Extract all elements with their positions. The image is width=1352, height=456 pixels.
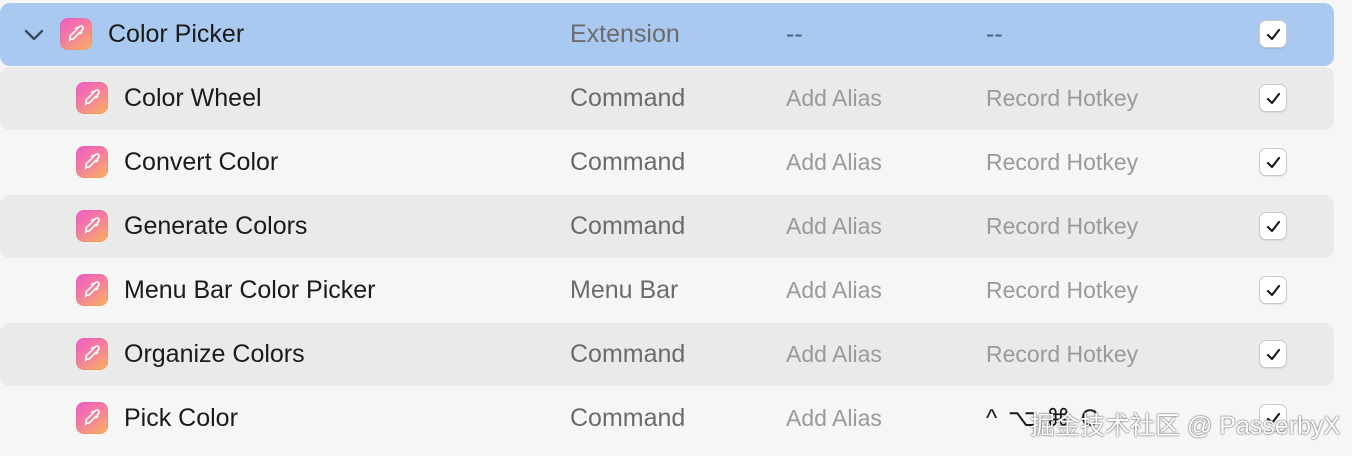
add-alias-button[interactable]: Add Alias: [786, 259, 882, 322]
command-type: Command: [570, 84, 686, 112]
chevron-down-icon[interactable]: [24, 28, 44, 42]
command-name: Convert Color: [124, 148, 279, 176]
record-hotkey-button[interactable]: Record Hotkey: [986, 323, 1138, 386]
extensions-list: Color Picker Extension -- -- Color Wheel…: [0, 0, 1352, 456]
command-name: Color Wheel: [124, 84, 262, 112]
command-row[interactable]: Menu Bar Color Picker Menu Bar Add Alias…: [0, 259, 1334, 322]
command-row[interactable]: Convert Color Command Add Alias Record H…: [0, 131, 1334, 194]
eyedropper-icon: [76, 338, 108, 370]
extension-alias[interactable]: --: [786, 3, 803, 66]
eyedropper-icon: [60, 18, 92, 50]
eyedropper-icon: [76, 274, 108, 306]
enabled-checkbox[interactable]: [1259, 148, 1287, 176]
command-name: Pick Color: [124, 404, 238, 432]
command-type: Command: [570, 148, 686, 176]
command-type: Command: [570, 340, 686, 368]
add-alias-button[interactable]: Add Alias: [786, 67, 882, 130]
checkmark-icon: [1266, 28, 1281, 41]
checkmark-icon: [1266, 92, 1281, 105]
checkmark-icon: [1266, 220, 1281, 233]
extension-row-color-picker[interactable]: Color Picker Extension -- --: [0, 3, 1334, 66]
enabled-checkbox[interactable]: [1259, 212, 1287, 240]
command-name: Menu Bar Color Picker: [124, 276, 376, 304]
enabled-checkbox[interactable]: [1259, 20, 1287, 48]
eyedropper-icon: [76, 402, 108, 434]
record-hotkey-button[interactable]: Record Hotkey: [986, 259, 1138, 322]
checkmark-icon: [1266, 156, 1281, 169]
command-row[interactable]: Color Wheel Command Add Alias Record Hot…: [0, 67, 1334, 130]
enabled-checkbox[interactable]: [1259, 340, 1287, 368]
add-alias-button[interactable]: Add Alias: [786, 131, 882, 194]
command-type: Menu Bar: [570, 276, 679, 304]
eyedropper-icon: [76, 210, 108, 242]
checkmark-icon: [1266, 348, 1281, 361]
record-hotkey-button[interactable]: Record Hotkey: [986, 131, 1138, 194]
command-row[interactable]: Generate Colors Command Add Alias Record…: [0, 195, 1334, 258]
command-name: Generate Colors: [124, 212, 308, 240]
enabled-checkbox[interactable]: [1259, 276, 1287, 304]
add-alias-button[interactable]: Add Alias: [786, 323, 882, 386]
command-name: Organize Colors: [124, 340, 305, 368]
extension-name: Color Picker: [108, 20, 245, 48]
add-alias-button[interactable]: Add Alias: [786, 387, 882, 450]
command-type: Command: [570, 404, 686, 432]
record-hotkey-button[interactable]: Record Hotkey: [986, 195, 1138, 258]
add-alias-button[interactable]: Add Alias: [786, 195, 882, 258]
command-type: Command: [570, 212, 686, 240]
eyedropper-icon: [76, 82, 108, 114]
checkmark-icon: [1266, 284, 1281, 297]
record-hotkey-button[interactable]: Record Hotkey: [986, 67, 1138, 130]
watermark: 掘金技术社区 @ PasserbyX: [1030, 412, 1341, 440]
extension-type: Extension: [570, 20, 680, 48]
extension-hotkey[interactable]: --: [986, 3, 1003, 66]
eyedropper-icon: [76, 146, 108, 178]
enabled-checkbox[interactable]: [1259, 84, 1287, 112]
command-row[interactable]: Organize Colors Command Add Alias Record…: [0, 323, 1334, 386]
